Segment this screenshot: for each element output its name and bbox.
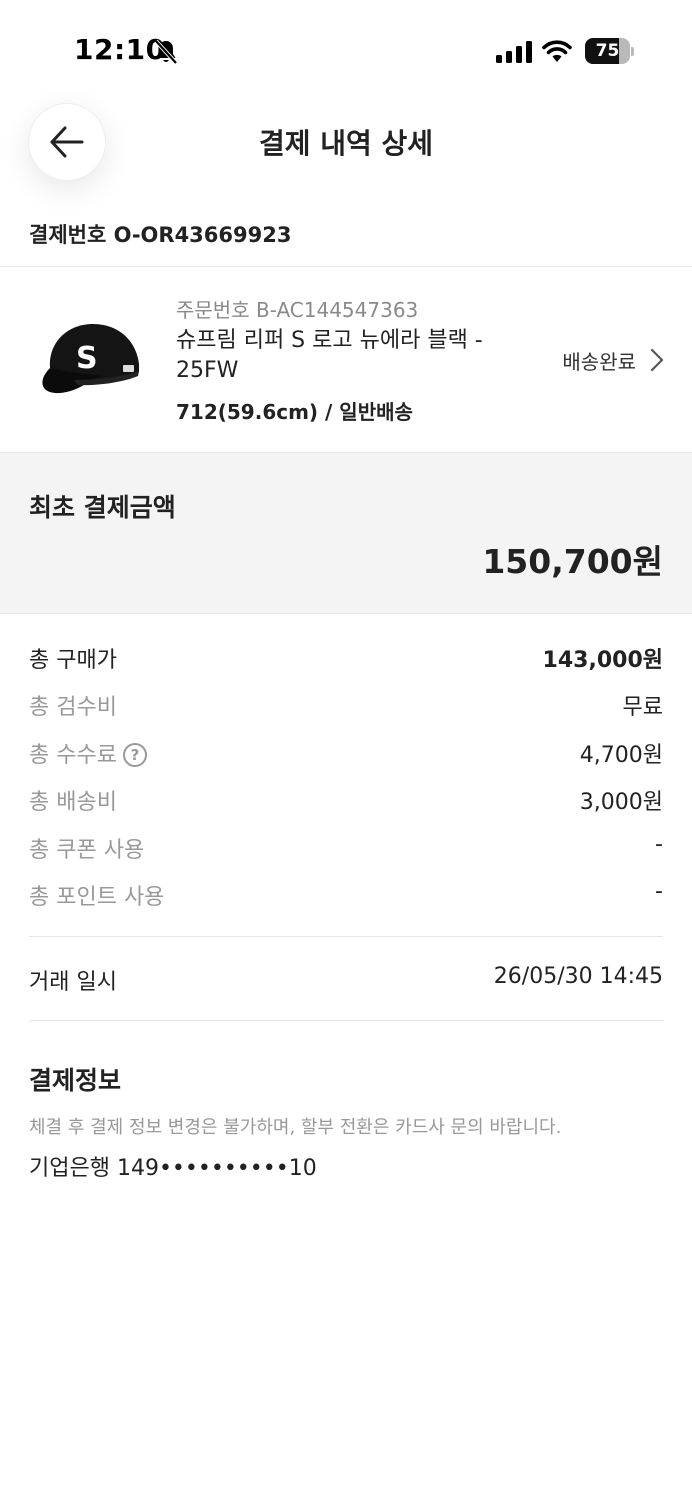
transaction-row: 거래 일시 26/05/30 14:45 <box>29 964 663 998</box>
coupon-row: 총 쿠폰 사용 - <box>29 832 663 866</box>
initial-payment-panel: 최초 결제금액 150,700원 <box>0 452 692 614</box>
initial-payment-amount: 150,700원 <box>482 542 663 581</box>
status-time: 12:10 <box>74 33 166 66</box>
order-number: 주문번호 B-AC144547363 <box>176 298 419 322</box>
payment-info-title: 결제정보 <box>29 1066 122 1095</box>
shipping-label: 총 배송비 <box>29 790 117 815</box>
purchase-row: 총 구매가 143,000원 <box>29 642 663 676</box>
fee-label: 총 수수료 <box>29 743 117 768</box>
product-name: 슈프림 리퍼 S 로고 뉴에라 블랙 - 25FW <box>176 328 483 383</box>
inspection-row: 총 검수비 무료 <box>29 689 663 723</box>
point-label: 총 포인트 사용 <box>29 885 165 910</box>
card-info: 기업은행 149••••••••••10 <box>29 1156 317 1181</box>
bell-slash-icon <box>154 39 178 65</box>
shipping-value: 3,000원 <box>579 790 663 815</box>
fee-label-wrap: 총 수수료? <box>29 737 147 769</box>
divider <box>0 266 692 267</box>
cellular-signal-icon <box>496 41 532 63</box>
initial-payment-label: 최초 결제금액 <box>29 493 176 522</box>
point-value: - <box>655 879 663 904</box>
transaction-label: 거래 일시 <box>29 970 117 995</box>
chevron-right-icon <box>650 348 664 372</box>
inspection-value: 무료 <box>622 695 663 720</box>
coupon-label: 총 쿠폰 사용 <box>29 838 145 863</box>
payment-number: 결제번호 O-OR43669923 <box>29 223 292 247</box>
wifi-icon <box>542 40 572 62</box>
svg-text:S: S <box>76 341 98 376</box>
battery-percent: 75 <box>595 41 620 61</box>
status-bar: 12:10 75 <box>0 0 692 100</box>
delivery-status[interactable]: 배송완료 <box>562 346 636 375</box>
coupon-value: - <box>655 832 663 857</box>
fee-row: 총 수수료? 4,700원 <box>29 737 663 771</box>
shipping-row: 총 배송비 3,000원 <box>29 784 663 818</box>
product-cap-image: S <box>42 324 139 394</box>
transaction-value: 26/05/30 14:45 <box>493 964 663 989</box>
question-circle-icon[interactable]: ? <box>122 743 147 767</box>
payment-info-note: 체결 후 결제 정보 변경은 불가하며, 할부 전환은 카드사 문의 바랍니다. <box>29 1117 562 1138</box>
fee-value: 4,700원 <box>579 743 663 768</box>
page-title: 결제 내역 상세 <box>258 127 434 160</box>
inspection-label: 총 검수비 <box>29 695 117 720</box>
product-option: 712(59.6cm) / 일반배송 <box>176 400 413 424</box>
purchase-value: 143,000원 <box>542 648 663 673</box>
divider <box>29 1020 663 1021</box>
divider <box>29 936 663 937</box>
battery-icon: 75 <box>585 38 635 64</box>
point-row: 총 포인트 사용 - <box>29 879 663 913</box>
purchase-label: 총 구매가 <box>29 648 117 673</box>
